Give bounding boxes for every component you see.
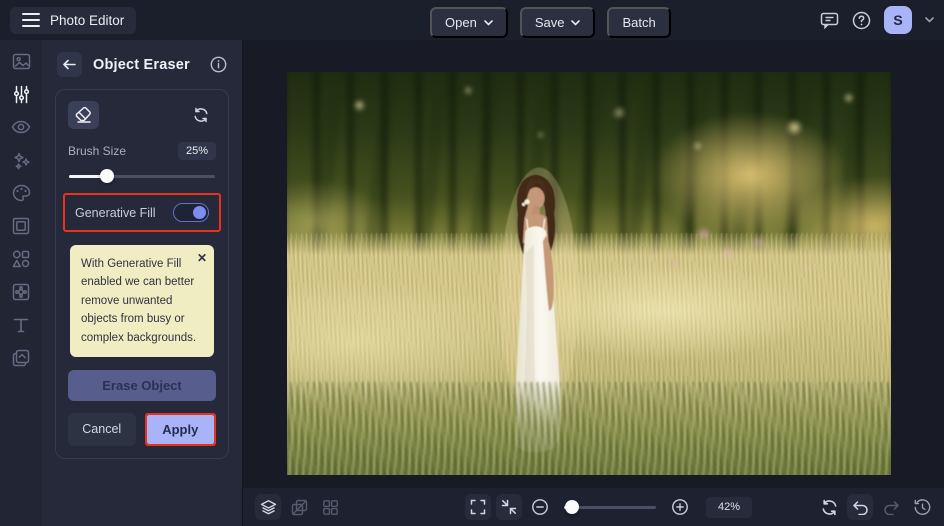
brush-size-slider[interactable]	[69, 169, 215, 183]
generative-fill-label: Generative Fill	[75, 205, 156, 220]
brush-size-label: Brush Size	[68, 144, 127, 158]
zoom-in-button[interactable]	[667, 494, 693, 520]
sidebar-item-text[interactable]	[8, 315, 34, 335]
tooltip-text: With Generative Fill enabled we can bett…	[81, 258, 197, 344]
chevron-down-icon	[571, 19, 581, 26]
sidebar-item-library[interactable]	[8, 51, 34, 71]
frame-icon	[12, 217, 30, 235]
eraser-settings-card: Brush Size 25% Generative Fill With Gene…	[55, 89, 229, 459]
undo-icon	[852, 500, 869, 515]
back-button[interactable]	[57, 52, 82, 77]
layers-copy-icon	[12, 349, 30, 367]
history-button[interactable]	[909, 494, 935, 520]
arrow-left-icon	[63, 59, 76, 70]
info-icon[interactable]	[210, 56, 227, 73]
tool-category-sidebar	[0, 40, 42, 526]
ai-sparkles-icon	[12, 151, 31, 170]
photo-foreground-grass	[287, 382, 891, 475]
cancel-button[interactable]: Cancel	[68, 412, 136, 446]
compare-blend-button[interactable]	[286, 494, 312, 520]
slider-thumb[interactable]	[99, 169, 114, 183]
grid-icon	[322, 499, 339, 516]
sidebar-item-layers[interactable]	[8, 348, 34, 368]
sidebar-item-frames[interactable]	[8, 216, 34, 236]
canvas-bottom-toolbar: 42%	[243, 488, 944, 526]
close-icon[interactable]: ✕	[197, 249, 207, 268]
object-eraser-panel: Object Eraser Brush Size 25% Generative …	[42, 40, 243, 526]
refresh-icon	[193, 107, 209, 123]
app-title: Photo Editor	[50, 12, 125, 28]
fullscreen-button[interactable]	[465, 494, 491, 520]
fit-screen-icon	[501, 499, 517, 515]
generative-fill-toggle[interactable]	[173, 203, 209, 222]
zoom-slider[interactable]	[564, 500, 656, 514]
sidebar-item-overlays[interactable]	[8, 282, 34, 302]
batch-button[interactable]: Batch	[607, 7, 671, 38]
sidebar-item-ai-tools[interactable]	[8, 150, 34, 170]
eraser-icon	[75, 107, 92, 123]
minus-circle-icon	[531, 498, 549, 516]
open-button[interactable]: Open	[430, 7, 508, 38]
brush-size-value: 25%	[177, 142, 216, 160]
feedback-chat-button[interactable]	[820, 12, 839, 29]
image-icon	[12, 53, 31, 70]
top-bar: Photo Editor Open Save Batch S	[0, 0, 944, 40]
text-icon	[13, 317, 29, 334]
sidebar-item-edit[interactable]	[8, 84, 34, 104]
question-mark-icon	[852, 11, 871, 30]
zoom-out-button[interactable]	[527, 494, 553, 520]
apply-button[interactable]: Apply	[146, 414, 214, 444]
photo-canvas[interactable]	[287, 72, 891, 475]
save-button[interactable]: Save	[519, 7, 596, 38]
plus-circle-icon	[671, 498, 689, 516]
fullscreen-icon	[470, 499, 486, 515]
generative-fill-tooltip: With Generative Fill enabled we can bett…	[70, 245, 214, 357]
canvas-area: 42%	[243, 40, 944, 526]
chevron-down-icon	[484, 19, 493, 26]
zoom-level-value[interactable]: 42%	[706, 496, 752, 518]
undo-button[interactable]	[847, 494, 873, 520]
user-avatar[interactable]: S	[884, 6, 912, 34]
reset-brush-button[interactable]	[185, 101, 216, 129]
help-button[interactable]	[852, 11, 871, 30]
eraser-brush-button[interactable]	[68, 101, 99, 129]
layers-stack-icon	[260, 499, 277, 516]
grid-view-button[interactable]	[317, 494, 343, 520]
graphics-shapes-icon	[12, 250, 30, 268]
account-chevron-down-icon[interactable]	[925, 17, 934, 23]
compare-icon	[291, 499, 308, 516]
hamburger-menu-icon	[22, 13, 40, 27]
panel-title: Object Eraser	[93, 56, 190, 73]
history-clock-icon	[914, 498, 931, 516]
fit-to-screen-button[interactable]	[496, 494, 522, 520]
effects-palette-icon	[12, 184, 31, 202]
sidebar-item-graphics[interactable]	[8, 249, 34, 269]
erase-object-button[interactable]: Erase Object	[68, 369, 216, 401]
sidebar-item-touchup[interactable]	[8, 117, 34, 137]
main-menu-button[interactable]: Photo Editor	[10, 6, 137, 34]
refresh-icon	[821, 499, 838, 516]
sidebar-item-effects[interactable]	[8, 183, 34, 203]
redo-icon	[883, 500, 900, 515]
chat-bubble-icon	[820, 12, 839, 29]
slider-thumb[interactable]	[565, 500, 580, 514]
photo-pink-flowers	[287, 192, 891, 330]
toggle-knob	[193, 205, 206, 219]
redo-button[interactable]	[878, 494, 904, 520]
adjustments-icon	[13, 85, 30, 104]
reset-image-button[interactable]	[816, 494, 842, 520]
overlay-texture-icon	[12, 283, 30, 301]
apply-annotation-box: Apply	[144, 412, 216, 446]
layers-panel-button[interactable]	[255, 494, 281, 520]
generative-fill-row: Generative Fill	[63, 193, 221, 232]
touchup-eye-icon	[11, 120, 31, 134]
